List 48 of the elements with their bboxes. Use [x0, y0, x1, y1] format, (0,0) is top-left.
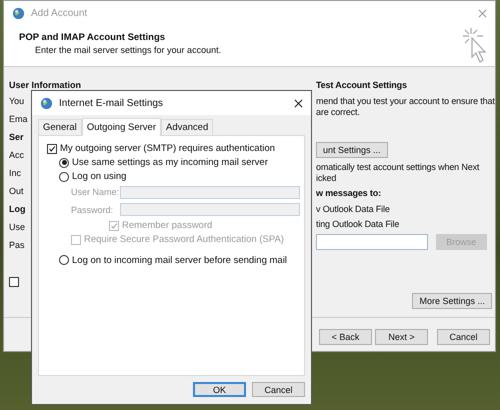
radio-label: Use same settings as my incoming mail server	[72, 157, 268, 168]
field-label: Password:	[71, 204, 114, 214]
dialog-button[interactable]: Cancel	[252, 382, 305, 397]
checkbox-label: Require Secure Password Authentication (SPA)	[84, 234, 284, 246]
field-label: Acc	[9, 149, 24, 162]
field-label: User Name:	[71, 187, 120, 197]
window-title: Internet E-mail Settings	[59, 98, 163, 108]
radio-button[interactable]	[59, 255, 69, 266]
field-label: Use	[9, 221, 26, 234]
page-subtitle: Enter the mail server settings for your account.	[34, 45, 222, 55]
field-label: Ema	[9, 113, 28, 126]
field-label: Inc	[9, 167, 22, 180]
close-icon[interactable]	[294, 98, 303, 108]
description-text: omatically test account settings when Next	[316, 162, 480, 173]
file-path-field[interactable]	[316, 234, 428, 250]
checkbox[interactable]	[9, 277, 19, 287]
wizard-button[interactable]: Next >	[375, 329, 428, 345]
section-heading: User Information	[9, 79, 82, 92]
section-heading: Ser	[9, 131, 24, 144]
section-heading: w messages to:	[316, 187, 382, 200]
section-heading: Test Account Settings	[316, 79, 408, 92]
tab[interactable]: Outgoing Server	[82, 118, 161, 136]
field-label: Pas	[9, 239, 25, 252]
section-heading: Log	[9, 203, 26, 216]
description-text: v Outlook Data File	[316, 204, 391, 215]
test-settings-button[interactable]: unt Settings ...	[316, 142, 388, 158]
description-text: ting Outlook Data File	[316, 219, 400, 230]
globe-icon	[40, 96, 53, 110]
checkbox[interactable]	[47, 144, 57, 154]
checkbox-label: My outgoing server (SMTP) requires authentication	[60, 143, 275, 154]
radio-label: Log on to incoming mail server before sending mail	[72, 254, 287, 266]
tab[interactable]: Advanced	[161, 119, 214, 135]
tab[interactable]: General	[38, 119, 82, 135]
window-title: Add Account	[31, 8, 88, 18]
description-text: are correct.	[316, 107, 361, 118]
radio-button[interactable]	[59, 172, 69, 182]
more-settings-button[interactable]: More Settings ...	[412, 293, 492, 309]
wizard-button[interactable]: Cancel	[437, 329, 490, 345]
radio-label: Log on using	[72, 171, 126, 182]
dialog-button[interactable]: OK	[193, 382, 246, 397]
checkbox-label: Remember password	[122, 220, 212, 232]
description-text: icked	[316, 173, 338, 184]
wizard-button[interactable]: < Back	[319, 329, 372, 345]
page-heading: POP and IMAP Account Settings	[19, 32, 166, 43]
field-label: You	[9, 95, 24, 108]
radio-button[interactable]	[59, 158, 69, 168]
globe-icon	[12, 6, 25, 20]
field-label: Out	[9, 185, 24, 198]
